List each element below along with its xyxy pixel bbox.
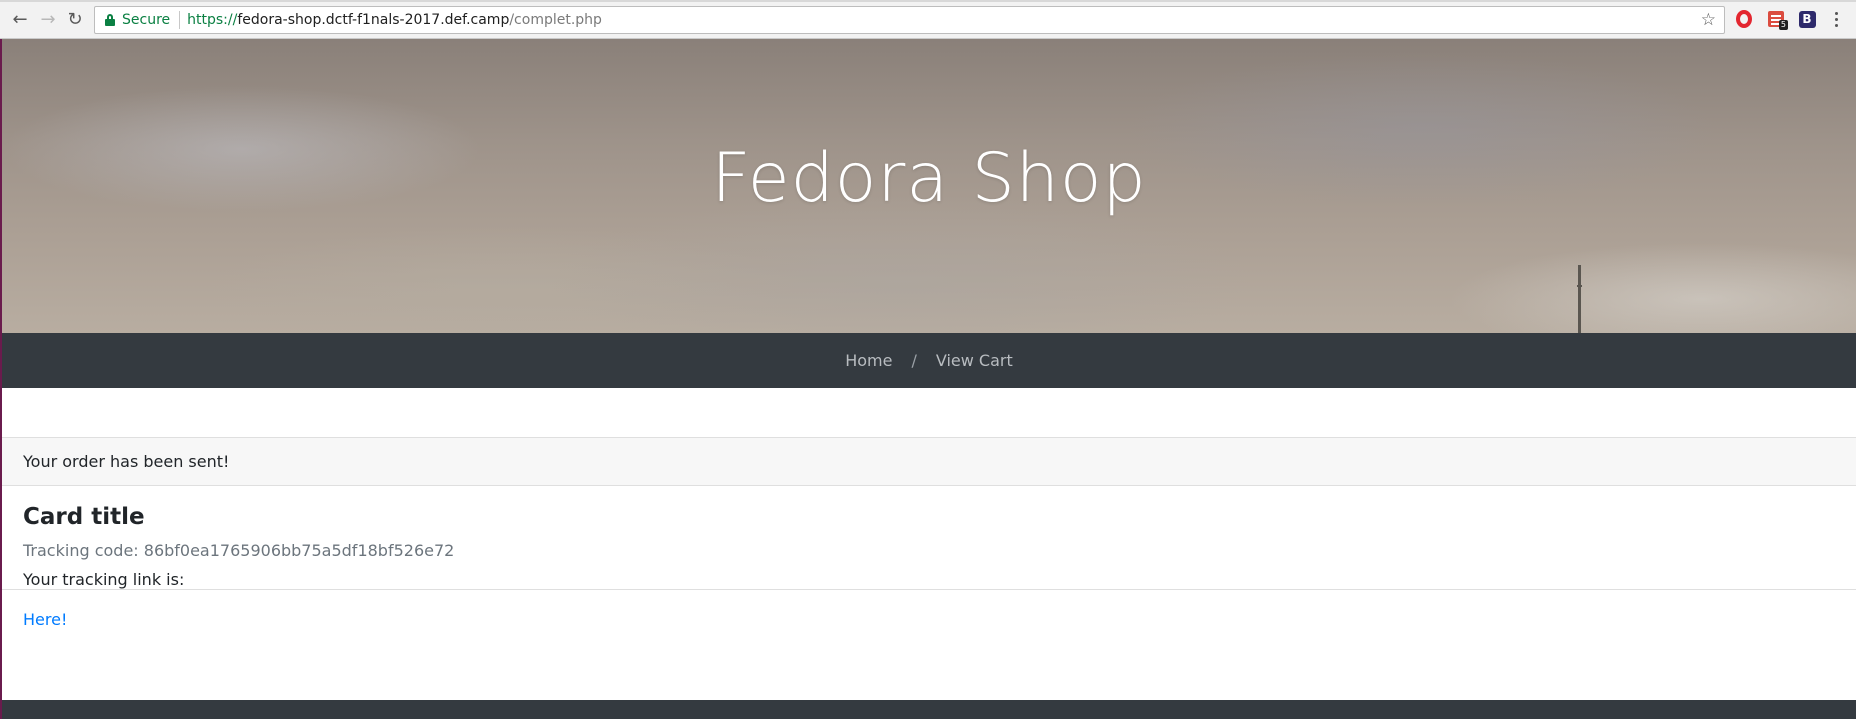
main-nav: Home / View Cart <box>2 333 1856 388</box>
tracking-code: Tracking code: 86bf0ea1765906bb75a5df18b… <box>23 541 455 560</box>
page-footer <box>2 700 1856 719</box>
url-path: /complet.php <box>509 12 602 28</box>
todoist-extension-icon[interactable]: 5 <box>1766 9 1788 30</box>
antenna-silhouette <box>1577 265 1582 333</box>
url-scheme: https:// <box>187 12 238 28</box>
reload-icon[interactable]: ↻ <box>63 8 87 32</box>
lock-icon <box>105 14 115 26</box>
opera-extension-icon[interactable] <box>1734 9 1754 29</box>
order-status-header: Your order has been sent! <box>2 437 1856 486</box>
tab-strip <box>0 0 1856 2</box>
nav-home-link[interactable]: Home <box>845 351 892 370</box>
breadcrumb-divider: / <box>911 351 917 370</box>
nav-view-cart-link[interactable]: View Cart <box>936 351 1013 370</box>
forward-icon[interactable]: → <box>36 8 60 32</box>
browser-menu-icon[interactable] <box>1826 9 1846 29</box>
card-title: Card title <box>23 504 145 530</box>
address-bar[interactable]: Secure https://fedora-shop.dctf-f1nals-2… <box>94 6 1725 34</box>
order-card-body: Card title Tracking code: 86bf0ea1765906… <box>2 486 1856 629</box>
hero-banner: Fedora Shop <box>2 39 1856 333</box>
tracking-link[interactable]: Here! <box>23 610 67 629</box>
extension-badge: 5 <box>1778 20 1788 30</box>
b-extension-icon[interactable]: B <box>1797 9 1817 29</box>
site-title: Fedora Shop <box>711 139 1147 218</box>
tracking-link-text: Your tracking link is: <box>23 570 185 589</box>
security-label: Secure <box>122 12 171 28</box>
url-host: fedora-shop.dctf-f1nals-2017.def.camp <box>237 12 510 28</box>
browser-chrome: ← → ↻ Secure https://fedora-shop.dctf-f1… <box>0 0 1856 39</box>
back-icon[interactable]: ← <box>8 8 32 32</box>
omnibox-separator <box>179 11 181 29</box>
page-viewport: Fedora Shop Home / View Cart Your order … <box>0 39 1856 719</box>
bookmark-star-icon[interactable]: ☆ <box>1701 10 1716 30</box>
